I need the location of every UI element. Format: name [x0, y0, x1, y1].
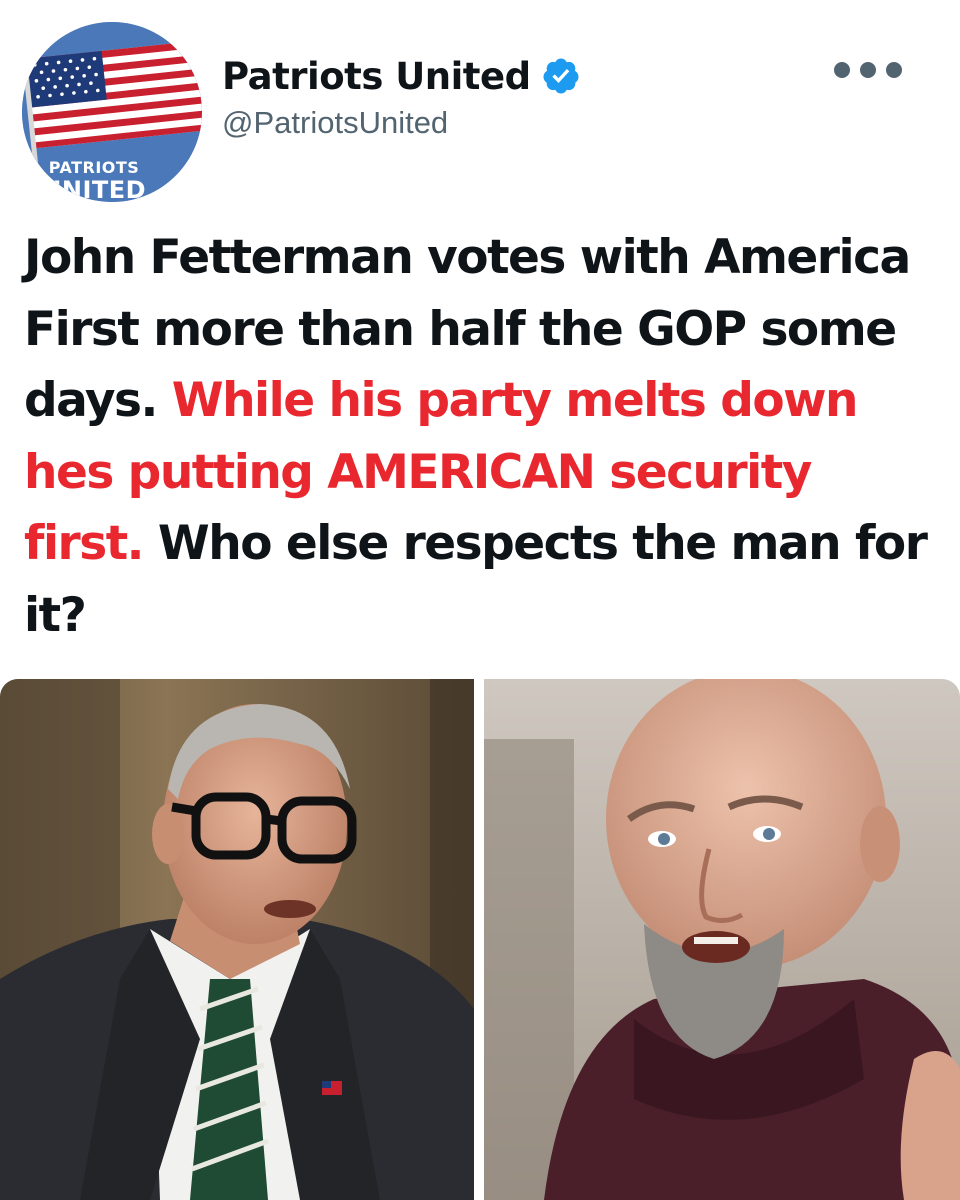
- right-photo[interactable]: [484, 679, 960, 1200]
- more-dot: [834, 62, 850, 78]
- more-dot: [886, 62, 902, 78]
- tweet-header: PATRIOTS UNITED Patriots United @Patriot…: [0, 0, 960, 210]
- avatar-label-line1: PATRIOTS: [48, 158, 140, 177]
- more-dot: [860, 62, 876, 78]
- man-with-glasses-image: [0, 679, 474, 1200]
- tweet-text-part3: Who else respects the man for it?: [24, 516, 928, 643]
- more-horizontal-icon[interactable]: [834, 58, 902, 82]
- verified-badge-icon: [543, 58, 579, 94]
- account-handle[interactable]: @PatriotsUnited: [222, 105, 448, 141]
- media-grid: [0, 679, 960, 1200]
- display-name[interactable]: Patriots United: [222, 55, 531, 98]
- tweet-text: John Fetterman votes with America First …: [24, 222, 944, 651]
- bald-man-image: [484, 679, 960, 1200]
- name-row: Patriots United: [222, 52, 581, 100]
- avatar-label-line2: UNITED: [41, 176, 147, 202]
- left-photo[interactable]: [0, 679, 474, 1200]
- avatar[interactable]: PATRIOTS UNITED: [22, 22, 202, 202]
